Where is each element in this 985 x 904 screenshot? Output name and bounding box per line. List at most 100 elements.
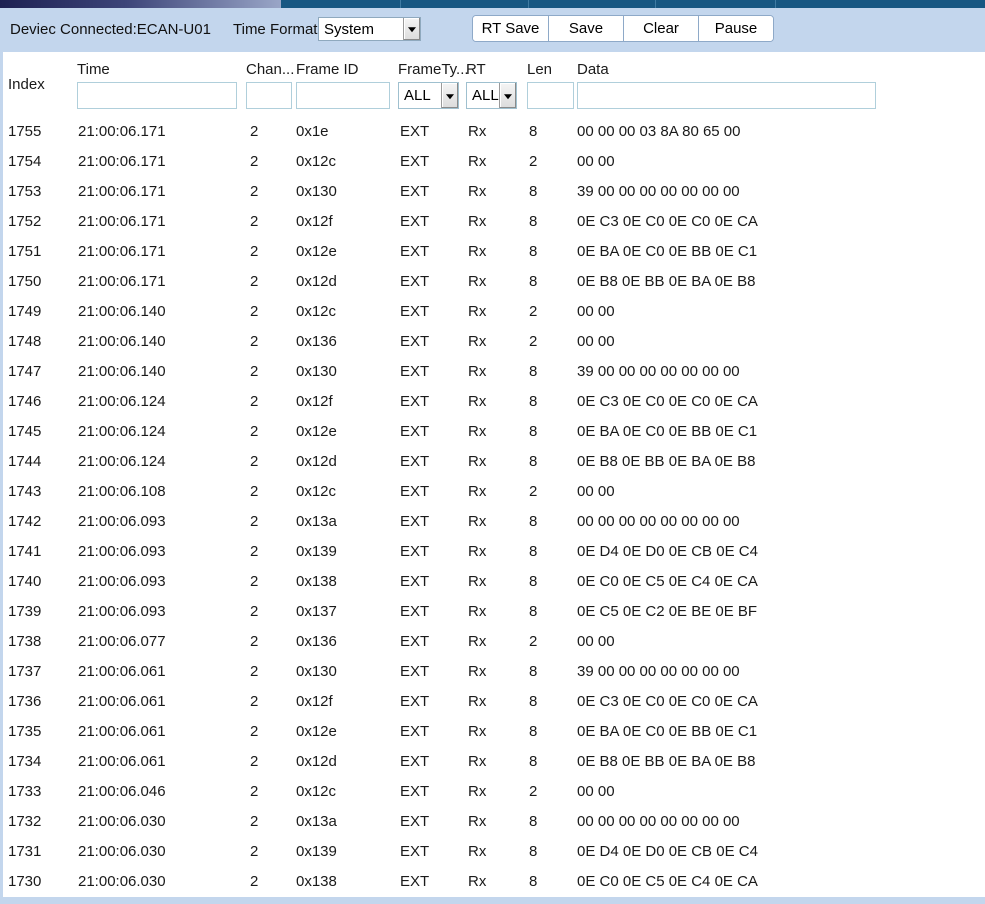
table-row[interactable]: 175521:00:06.17120x1eEXTRx800 00 00 03 8… bbox=[3, 117, 985, 147]
time-format-dropdown[interactable]: System bbox=[318, 17, 421, 41]
table-row[interactable]: 174521:00:06.12420x12eEXTRx80E BA 0E C0 … bbox=[3, 417, 985, 447]
rt-filter-dropdown[interactable]: ALL bbox=[466, 82, 517, 109]
cell-frame-type: EXT bbox=[400, 717, 429, 747]
cell-rt: Rx bbox=[468, 237, 486, 267]
table-row[interactable]: 173121:00:06.03020x139EXTRx80E D4 0E D0 … bbox=[3, 837, 985, 867]
cell-index: 1754 bbox=[8, 147, 41, 177]
cell-frame-id: 0x12c bbox=[296, 297, 336, 327]
table-row[interactable]: 175221:00:06.17120x12fEXTRx80E C3 0E C0 … bbox=[3, 207, 985, 237]
cell-frame-type: EXT bbox=[400, 147, 429, 177]
column-header-rt: RT bbox=[466, 61, 486, 78]
table-body: 175521:00:06.17120x1eEXTRx800 00 00 03 8… bbox=[3, 117, 985, 897]
table-row[interactable]: 173821:00:06.07720x136EXTRx200 00 bbox=[3, 627, 985, 657]
save-button[interactable]: Save bbox=[548, 16, 623, 41]
cell-rt: Rx bbox=[468, 177, 486, 207]
cell-channel: 2 bbox=[250, 387, 258, 417]
pause-button[interactable]: Pause bbox=[698, 16, 773, 41]
table-row[interactable]: 174721:00:06.14020x130EXTRx839 00 00 00 … bbox=[3, 357, 985, 387]
cell-time: 21:00:06.108 bbox=[78, 477, 166, 507]
cell-rt: Rx bbox=[468, 117, 486, 147]
cell-frame-id: 0x136 bbox=[296, 327, 337, 357]
cell-data: 00 00 bbox=[577, 477, 615, 507]
cell-data: 00 00 bbox=[577, 627, 615, 657]
cell-rt: Rx bbox=[468, 597, 486, 627]
cell-data: 39 00 00 00 00 00 00 00 bbox=[577, 177, 740, 207]
cell-index: 1734 bbox=[8, 747, 41, 777]
table-row[interactable]: 173221:00:06.03020x13aEXTRx800 00 00 00 … bbox=[3, 807, 985, 837]
chevron-down-icon[interactable] bbox=[441, 83, 458, 108]
table-row[interactable]: 173021:00:06.03020x138EXTRx80E C0 0E C5 … bbox=[3, 867, 985, 897]
table-row[interactable]: 174621:00:06.12420x12fEXTRx80E C3 0E C0 … bbox=[3, 387, 985, 417]
clear-button[interactable]: Clear bbox=[623, 16, 698, 41]
frame-type-filter-dropdown[interactable]: ALL bbox=[398, 82, 459, 109]
toolbar-button-group: RT Save Save Clear Pause bbox=[472, 15, 774, 42]
table-row[interactable]: 174821:00:06.14020x136EXTRx200 00 bbox=[3, 327, 985, 357]
channel-filter-input[interactable] bbox=[246, 82, 292, 109]
cell-index: 1740 bbox=[8, 567, 41, 597]
cell-rt: Rx bbox=[468, 867, 486, 897]
cell-frame-id: 0x1e bbox=[296, 117, 329, 147]
table-row[interactable]: 175021:00:06.17120x12dEXTRx80E B8 0E BB … bbox=[3, 267, 985, 297]
cell-frame-id: 0x12d bbox=[296, 747, 337, 777]
cell-time: 21:00:06.061 bbox=[78, 687, 166, 717]
cell-rt: Rx bbox=[468, 837, 486, 867]
cell-frame-id: 0x130 bbox=[296, 357, 337, 387]
cell-len: 2 bbox=[529, 627, 537, 657]
cell-channel: 2 bbox=[250, 657, 258, 687]
cell-index: 1735 bbox=[8, 717, 41, 747]
cell-len: 8 bbox=[529, 387, 537, 417]
cell-data: 0E B8 0E BB 0E BA 0E B8 bbox=[577, 267, 755, 297]
cell-frame-id: 0x12f bbox=[296, 207, 333, 237]
cell-len: 8 bbox=[529, 177, 537, 207]
cell-len: 8 bbox=[529, 597, 537, 627]
cell-frame-type: EXT bbox=[400, 297, 429, 327]
table-row[interactable]: 174421:00:06.12420x12dEXTRx80E B8 0E BB … bbox=[3, 447, 985, 477]
cell-data: 00 00 00 00 00 00 00 00 bbox=[577, 807, 740, 837]
chevron-down-icon[interactable] bbox=[499, 83, 516, 108]
table-row[interactable]: 175421:00:06.17120x12cEXTRx200 00 bbox=[3, 147, 985, 177]
table-row[interactable]: 173921:00:06.09320x137EXTRx80E C5 0E C2 … bbox=[3, 597, 985, 627]
table-row[interactable]: 173621:00:06.06120x12fEXTRx80E C3 0E C0 … bbox=[3, 687, 985, 717]
len-filter-input[interactable] bbox=[527, 82, 574, 109]
cell-index: 1742 bbox=[8, 507, 41, 537]
cell-frame-id: 0x138 bbox=[296, 867, 337, 897]
cell-data: 0E C3 0E C0 0E C0 0E CA bbox=[577, 387, 758, 417]
cell-data: 00 00 bbox=[577, 777, 615, 807]
cell-index: 1736 bbox=[8, 687, 41, 717]
cell-frame-type: EXT bbox=[400, 597, 429, 627]
cell-frame-type: EXT bbox=[400, 237, 429, 267]
column-header-channel: Chan... bbox=[246, 61, 294, 78]
table-row[interactable]: 174321:00:06.10820x12cEXTRx200 00 bbox=[3, 477, 985, 507]
table-row[interactable]: 175321:00:06.17120x130EXTRx839 00 00 00 … bbox=[3, 177, 985, 207]
table-row[interactable]: 174121:00:06.09320x139EXTRx80E D4 0E D0 … bbox=[3, 537, 985, 567]
chevron-down-icon[interactable] bbox=[403, 18, 420, 40]
cell-len: 2 bbox=[529, 147, 537, 177]
table-row[interactable]: 174221:00:06.09320x13aEXTRx800 00 00 00 … bbox=[3, 507, 985, 537]
cell-data: 0E C5 0E C2 0E BE 0E BF bbox=[577, 597, 757, 627]
table-row[interactable]: 174921:00:06.14020x12cEXTRx200 00 bbox=[3, 297, 985, 327]
cell-data: 0E BA 0E C0 0E BB 0E C1 bbox=[577, 237, 757, 267]
time-filter-input[interactable] bbox=[77, 82, 237, 109]
cell-rt: Rx bbox=[468, 687, 486, 717]
cell-channel: 2 bbox=[250, 177, 258, 207]
data-filter-input[interactable] bbox=[577, 82, 876, 109]
cell-index: 1749 bbox=[8, 297, 41, 327]
cell-time: 21:00:06.077 bbox=[78, 627, 166, 657]
cell-channel: 2 bbox=[250, 357, 258, 387]
table-row[interactable]: 174021:00:06.09320x138EXTRx80E C0 0E C5 … bbox=[3, 567, 985, 597]
table-row[interactable]: 173521:00:06.06120x12eEXTRx80E BA 0E C0 … bbox=[3, 717, 985, 747]
cell-frame-type: EXT bbox=[400, 657, 429, 687]
table-row[interactable]: 173721:00:06.06120x130EXTRx839 00 00 00 … bbox=[3, 657, 985, 687]
cell-frame-id: 0x130 bbox=[296, 177, 337, 207]
table-row[interactable]: 173421:00:06.06120x12dEXTRx80E B8 0E BB … bbox=[3, 747, 985, 777]
frame-id-filter-input[interactable] bbox=[296, 82, 390, 109]
cell-len: 8 bbox=[529, 807, 537, 837]
cell-len: 8 bbox=[529, 837, 537, 867]
table-row[interactable]: 175121:00:06.17120x12eEXTRx80E BA 0E C0 … bbox=[3, 237, 985, 267]
rt-save-button[interactable]: RT Save bbox=[473, 16, 548, 41]
cell-frame-id: 0x139 bbox=[296, 537, 337, 567]
cell-channel: 2 bbox=[250, 327, 258, 357]
table-row[interactable]: 173321:00:06.04620x12cEXTRx200 00 bbox=[3, 777, 985, 807]
rt-filter-value: ALL bbox=[467, 87, 499, 104]
cell-rt: Rx bbox=[468, 267, 486, 297]
